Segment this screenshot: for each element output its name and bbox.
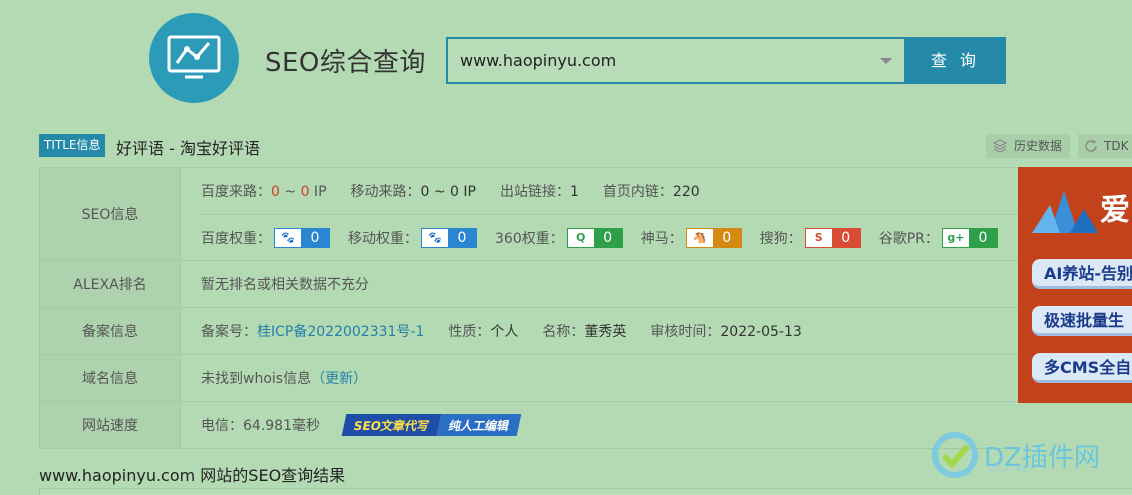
google-pr-label: 谷歌PR： [878, 230, 939, 247]
so360-weight-label: 360权重： [495, 230, 564, 247]
inlinks-value[interactable]: 220 [673, 184, 700, 200]
refresh-icon [1085, 139, 1097, 152]
tdk-button[interactable]: TDK [1078, 134, 1132, 158]
seo-info-label: SEO信息 [40, 168, 181, 260]
shenma-weight-value: 0 [712, 228, 741, 247]
baidu-weight-value: 0 [301, 228, 329, 247]
baidu-paw-icon: 🐾 [275, 228, 301, 247]
shenma-horse-icon: 🐴 [686, 228, 713, 247]
sogou-weight-badge[interactable]: S0 [804, 227, 861, 248]
mobile-weight-badge[interactable]: 🐾 0 [421, 227, 477, 248]
shenma-weight-badge[interactable]: 🐴 0 [685, 227, 742, 248]
beian-no-label: 备案号： [201, 324, 257, 340]
baidu-source-label: 百度来路： [201, 184, 271, 200]
shenma-weight-label: 神马： [640, 230, 683, 247]
search-button[interactable]: 查 询 [905, 37, 1006, 84]
search-input[interactable]: www.haopinyu.com [446, 37, 906, 84]
domain-text: 未找到whois信息 [201, 371, 312, 387]
speed-text: 电信：64.981毫秒 [201, 418, 320, 434]
google-pr-value: 0 [968, 228, 997, 247]
mobile-weight-label: 移动权重： [348, 230, 418, 247]
side-ad-button-3[interactable]: 多CMS全自 [1032, 353, 1132, 383]
alexa-label: ALEXA排名 [40, 261, 181, 307]
baidu-weight-badge[interactable]: 🐾 0 [274, 227, 330, 248]
baidu-source-unit: IP [309, 184, 327, 200]
result-title: www.haopinyu.com 网站的SEO查询结果 [39, 466, 346, 485]
baidu-source-from: 0 [271, 184, 280, 200]
seo-info-row: SEO信息 百度来路：0 ~ 0 IP 移动来路：0 ~ 0 IP 出站链接：1… [40, 168, 1019, 261]
watermark-subtext: DZ-X.NET [988, 464, 1034, 473]
google-plus-icon: g+ [942, 228, 969, 247]
search-input-value[interactable]: www.haopinyu.com [460, 51, 616, 70]
page-title: SEO综合查询 [265, 48, 426, 78]
domain-row: 域名信息 未找到whois信息 （更新） [40, 355, 1019, 402]
nature-value: 个人 [490, 324, 519, 340]
date-label: 审核时间： [650, 324, 721, 340]
domain-label: 域名信息 [40, 355, 181, 401]
history-data-button[interactable]: 历史数据 [986, 134, 1071, 158]
speed-label: 网站速度 [40, 402, 181, 448]
nature-label: 性质： [448, 324, 491, 340]
baidu-weight-label: 百度权重： [201, 230, 271, 247]
site-title-text: 好评语 - 淘宝好评语 [116, 139, 260, 158]
name-label: 名称： [542, 324, 585, 340]
ai-logo-icon [1032, 191, 1098, 233]
google-pr-badge[interactable]: g+ 0 [941, 227, 998, 248]
seo-ad-part2: 纯人工编辑 [436, 414, 522, 436]
sogou-weight-value: 0 [831, 228, 860, 247]
title-info-badge: TITLE信息 [39, 134, 106, 157]
name-value: 董秀英 [584, 324, 627, 340]
layers-icon [992, 139, 1008, 153]
outlinks-label: 出站链接： [499, 184, 570, 200]
mobile-paw-icon: 🐾 [422, 228, 448, 247]
seo-info-table: SEO信息 百度来路：0 ~ 0 IP 移动来路：0 ~ 0 IP 出站链接：1… [39, 167, 1019, 449]
beian-row: 备案信息 备案号：桂ICP备2022002331号-1 性质：个人 名称：董秀英… [40, 308, 1019, 355]
dz-logo-icon [932, 432, 978, 478]
so360-icon: Q [567, 228, 594, 247]
side-ad-button-2[interactable]: 极速批量生 [1032, 306, 1132, 336]
beian-label: 备案信息 [40, 308, 181, 354]
seo-writing-ad-banner[interactable]: SEO文章代写 纯人工编辑 [341, 414, 522, 436]
sogou-weight-label: 搜狗： [759, 230, 802, 247]
history-data-label: 历史数据 [1014, 139, 1063, 153]
domain-update-link[interactable]: （更新） [311, 368, 367, 388]
mobile-source-label: 移动来路： [350, 184, 421, 200]
seo-ad-part1: SEO文章代写 [341, 414, 442, 436]
speed-row: 网站速度 电信：64.981毫秒 SEO文章代写 纯人工编辑 [40, 402, 1019, 449]
so360-weight-value: 0 [593, 228, 622, 247]
sogou-icon: S [805, 228, 832, 247]
inlinks-label: 首页内链： [602, 184, 673, 200]
side-ad-banner[interactable]: 爱 AI养站-告别 极速批量生 多CMS全自 [1018, 167, 1132, 403]
outlinks-value[interactable]: 1 [570, 184, 579, 200]
beian-no-link[interactable]: 桂ICP备2022002331号-1 [257, 324, 424, 340]
tdk-label: TDK [1104, 139, 1129, 153]
side-ad-big-char: 爱 [1100, 193, 1130, 228]
chevron-down-icon[interactable] [880, 58, 892, 64]
logo [149, 13, 239, 103]
alexa-text: 暂无排名或相关数据不充分 [201, 277, 369, 293]
baidu-source-sep: ~ [279, 184, 301, 200]
mobile-weight-value: 0 [448, 228, 476, 247]
side-ad-button-1[interactable]: AI养站-告别 [1032, 259, 1132, 289]
monitor-chart-icon [167, 35, 221, 79]
so360-weight-badge[interactable]: Q0 [566, 227, 623, 248]
alexa-row: ALEXA排名 暂无排名或相关数据不充分 [40, 261, 1019, 308]
mobile-source-value: 0 ~ 0 IP [420, 184, 476, 200]
date-value: 2022-05-13 [720, 324, 802, 340]
watermark: DZ插件网 DZ-X.NET [930, 430, 1100, 480]
results-table-top [39, 488, 1132, 495]
